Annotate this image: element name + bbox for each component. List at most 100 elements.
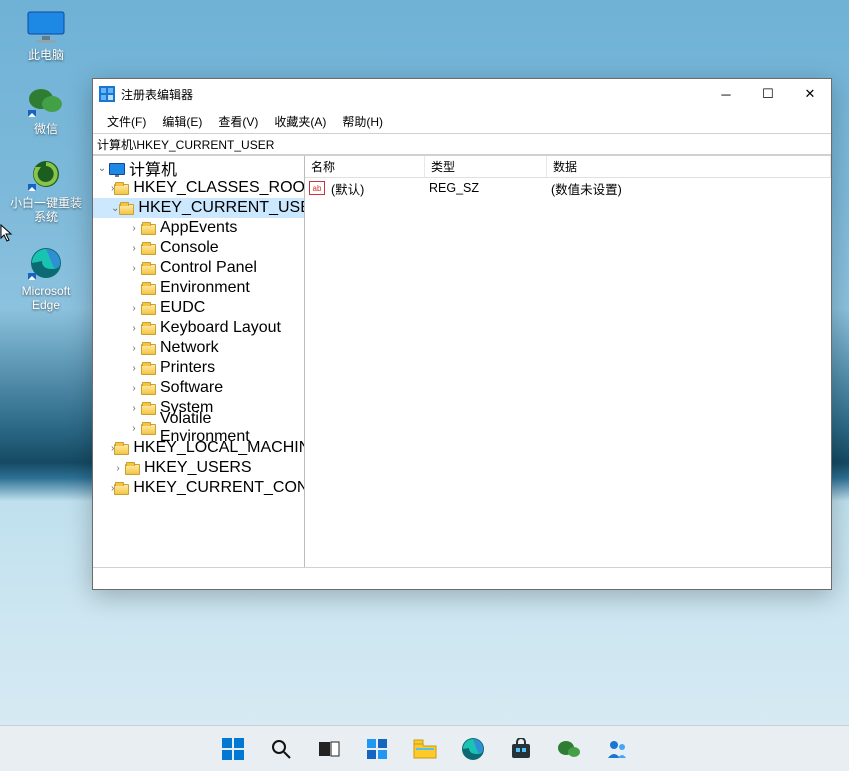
folder-icon <box>141 284 156 295</box>
tree-label: Software <box>160 379 223 397</box>
wechat-icon <box>26 84 66 118</box>
desktop-icon-label: 微信 <box>34 122 58 136</box>
values-pane: 名称 类型 数据 ab(默认)REG_SZ(数值未设置) <box>305 156 831 567</box>
folder-icon <box>125 464 140 475</box>
tree-hive[interactable]: ›HKEY_LOCAL_MACHINE <box>93 438 304 458</box>
tree-twisty-icon[interactable]: › <box>127 263 141 274</box>
folder-icon <box>141 224 156 235</box>
pc-icon <box>109 163 125 175</box>
teams-button[interactable] <box>597 730 637 768</box>
wechat-icon <box>557 739 581 759</box>
desktop-icons: 此电脑 微信 小白一键重装系统 Microsoft Edge <box>6 8 86 332</box>
folder-icon <box>141 264 156 275</box>
folder-icon <box>141 404 156 415</box>
taskview-button[interactable] <box>309 730 349 768</box>
tree-twisty-icon[interactable]: › <box>127 383 141 394</box>
tree-twisty-icon[interactable]: ⌄ <box>111 203 119 214</box>
tree-label: Printers <box>160 359 215 377</box>
folder-icon <box>141 304 156 315</box>
regedit-window: 注册表编辑器 ─ ☐ ✕ 文件(F) 编辑(E) 查看(V) 收藏夹(A) 帮助… <box>92 78 832 590</box>
desktop-icon-label: 此电脑 <box>28 48 64 62</box>
tree-twisty-icon[interactable]: › <box>127 343 141 354</box>
tree-key[interactable]: › Keyboard Layout <box>93 318 304 338</box>
tree-label: HKEY_CURRENT_USER <box>138 199 305 217</box>
tree-pane[interactable]: ⌄计算机›HKEY_CLASSES_ROOT ⌄ HKEY_CURRENT_USER… <box>93 156 305 567</box>
close-button[interactable]: ✕ <box>789 80 831 108</box>
menubar: 文件(F) 编辑(E) 查看(V) 收藏夹(A) 帮助(H) <box>93 109 831 133</box>
tree-hive[interactable]: › HKEY_USERS <box>93 458 304 478</box>
desktop-icon-this-pc[interactable]: 此电脑 <box>6 8 86 62</box>
col-data[interactable]: 数据 <box>547 156 831 177</box>
tree-twisty-icon[interactable]: › <box>127 323 141 334</box>
tree-key[interactable]: › Console <box>93 238 304 258</box>
menu-view[interactable]: 查看(V) <box>210 111 266 132</box>
tree-hive[interactable]: ›HKEY_CURRENT_CONFIG <box>93 478 304 498</box>
menu-edit[interactable]: 编辑(E) <box>154 111 210 132</box>
tree-twisty-icon[interactable]: ⌄ <box>95 163 109 174</box>
tree-key[interactable]: › AppEvents <box>93 218 304 238</box>
desktop-icon-wechat[interactable]: 微信 <box>6 82 86 136</box>
store-button[interactable] <box>501 730 541 768</box>
tree-hive[interactable]: ⌄ HKEY_CURRENT_USER <box>93 198 304 218</box>
search-button[interactable] <box>261 730 301 768</box>
edge-icon <box>26 245 66 281</box>
tree-label: Console <box>160 239 219 257</box>
tree-key[interactable]: › Network <box>93 338 304 358</box>
desktop-icon-edge[interactable]: Microsoft Edge <box>6 244 86 312</box>
tree-label: HKEY_CURRENT_CONFIG <box>133 479 305 497</box>
folder-icon <box>141 324 156 335</box>
taskbar <box>0 725 849 771</box>
cursor-icon <box>0 224 14 242</box>
store-icon <box>510 738 532 760</box>
tree-root[interactable]: ⌄计算机 <box>93 158 304 178</box>
tree-label: Keyboard Layout <box>160 319 281 337</box>
tree-twisty-icon[interactable]: › <box>127 303 141 314</box>
tree-label: AppEvents <box>160 219 237 237</box>
value-row[interactable]: ab(默认)REG_SZ(数值未设置) <box>305 178 831 198</box>
tree-key[interactable]: ›Environment <box>93 278 304 298</box>
edge-button[interactable] <box>453 730 493 768</box>
tree-key[interactable]: ›EUDC <box>93 298 304 318</box>
tree-twisty-icon[interactable]: › <box>127 223 141 234</box>
taskview-icon <box>318 738 340 760</box>
tree-key[interactable]: › Printers <box>93 358 304 378</box>
minimize-button[interactable]: ─ <box>705 80 747 108</box>
start-button[interactable] <box>213 730 253 768</box>
edge-icon <box>461 737 485 761</box>
tree-twisty-icon[interactable]: › <box>127 243 141 254</box>
reinstall-icon <box>26 158 66 192</box>
folder-icon <box>141 384 156 395</box>
tree-twisty-icon[interactable]: › <box>127 363 141 374</box>
maximize-button[interactable]: ☐ <box>747 80 789 108</box>
tree-twisty-icon[interactable]: › <box>127 423 141 434</box>
explorer-button[interactable] <box>405 730 445 768</box>
desktop-icon-reinstall[interactable]: 小白一键重装系统 <box>6 156 86 224</box>
folder-icon <box>141 344 156 355</box>
tree-key[interactable]: › Software <box>93 378 304 398</box>
search-icon <box>270 738 292 760</box>
tree-key[interactable]: ›Volatile Environment <box>93 418 304 438</box>
value-data: (数值未设置) <box>549 179 622 198</box>
tree-key[interactable]: ›Control Panel <box>93 258 304 278</box>
tree-label: HKEY_USERS <box>144 459 252 477</box>
value-name: (默认) <box>329 179 427 198</box>
desktop-icon-label: 小白一键重装系统 <box>6 196 86 224</box>
tree-hive[interactable]: ›HKEY_CLASSES_ROOT <box>93 178 304 198</box>
titlebar[interactable]: 注册表编辑器 ─ ☐ ✕ <box>93 79 831 109</box>
folder-icon <box>141 244 156 255</box>
menu-file[interactable]: 文件(F) <box>99 111 154 132</box>
tree-twisty-icon[interactable]: › <box>111 463 125 474</box>
widgets-button[interactable] <box>357 730 397 768</box>
menu-help[interactable]: 帮助(H) <box>334 111 391 132</box>
folder-icon <box>114 184 129 195</box>
tree-twisty-icon[interactable]: › <box>127 403 141 414</box>
wechat-button[interactable] <box>549 730 589 768</box>
start-icon <box>222 738 244 760</box>
tree-label: Network <box>160 339 219 357</box>
address-bar[interactable]: 计算机\HKEY_CURRENT_USER <box>93 133 831 155</box>
list-body[interactable]: ab(默认)REG_SZ(数值未设置) <box>305 178 831 198</box>
statusbar <box>93 567 831 589</box>
col-name[interactable]: 名称 <box>305 156 425 177</box>
menu-fav[interactable]: 收藏夹(A) <box>266 111 334 132</box>
col-type[interactable]: 类型 <box>425 156 547 177</box>
